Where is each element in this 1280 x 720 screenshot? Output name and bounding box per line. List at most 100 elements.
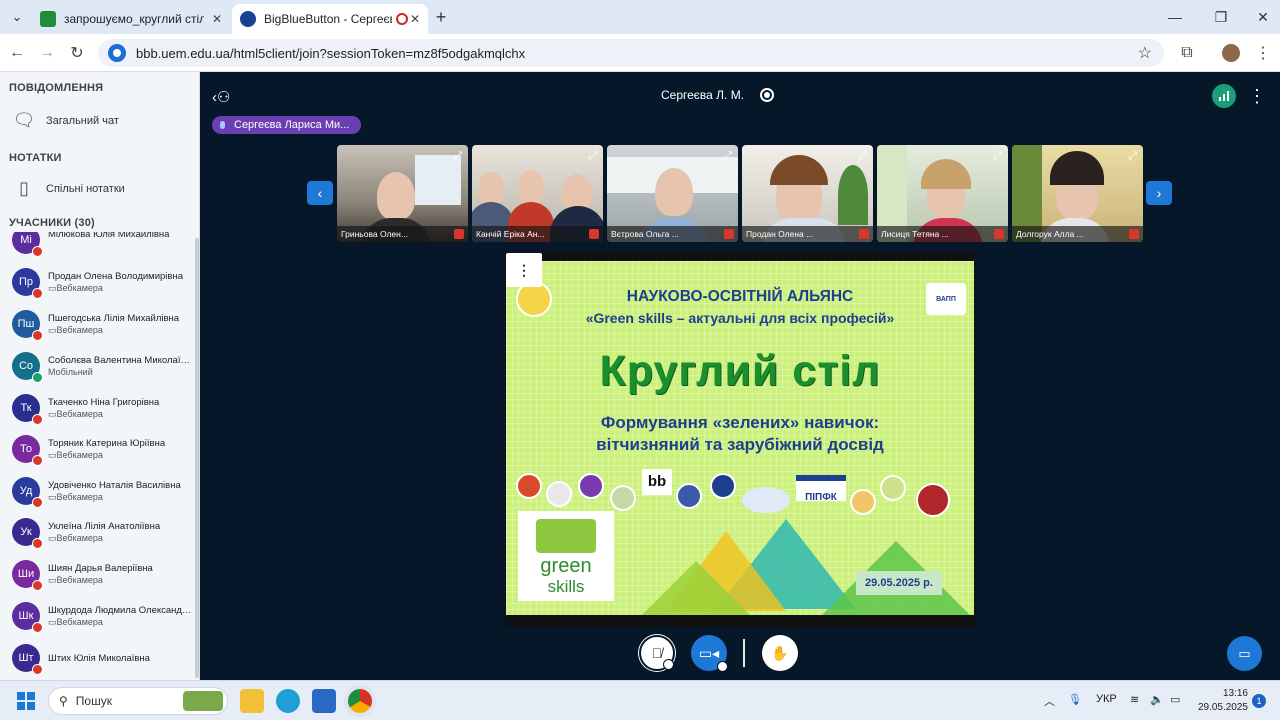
webcam-tile[interactable]: ⤢ Канчій Еріка Ан... <box>472 145 603 242</box>
sidebar: ПОВІДОМЛЕННЯ 🗨 Загальний чат НОТАТКИ ▯ С… <box>0 72 200 680</box>
notification-badge[interactable]: 1 <box>1252 694 1266 708</box>
expand-icon[interactable]: ⤢ <box>858 150 867 163</box>
raise-hand-button[interactable]: ✋ <box>762 635 798 671</box>
chrome-icon[interactable] <box>348 689 372 713</box>
slide-title: Круглий стіл <box>599 347 881 395</box>
windows-start-icon[interactable] <box>14 689 38 713</box>
taskbar-search[interactable]: ⚲ Пошук <box>48 687 228 715</box>
public-chat-link[interactable]: 🗨 Загальний чат <box>12 110 119 131</box>
muted-mic-icon <box>724 229 734 239</box>
participant-row[interactable]: То Торяник Катерина Юріївна ▭Вебкамера <box>0 429 196 471</box>
restore-icon[interactable]: ❐ <box>1206 6 1236 28</box>
participant-row[interactable]: Уд Удовіченко Наталія Василівна ▭Вебкаме… <box>0 471 196 513</box>
expand-icon[interactable]: ⤢ <box>993 150 1002 163</box>
participant-name: Соболєва Валентина Миколаївна <box>48 355 194 366</box>
tab-bigbluebutton[interactable]: BigBlueButton - Сергеєва Л ✕ <box>232 4 428 34</box>
shared-notes-link[interactable]: ▯ Спільні нотатки <box>12 178 125 199</box>
language-indicator[interactable]: УКР <box>1096 693 1117 705</box>
meeting-area: ‹⚇ Сергеєва Л. М. ⋮ Сергеєва Лариса Ми..… <box>200 72 1280 680</box>
green-skills-word-1: green <box>540 555 592 577</box>
slide-options-button[interactable]: ⋮ <box>506 253 542 287</box>
webcam-name: Вєтрова Ольга ... <box>611 229 679 239</box>
options-menu-icon[interactable]: ⋮ <box>1248 86 1266 107</box>
pipfk-logo-text: ПІПФК <box>805 492 837 503</box>
next-videos-button[interactable]: › <box>1146 181 1172 205</box>
decorative-shapes <box>636 511 974 615</box>
file-explorer-icon[interactable] <box>240 689 264 713</box>
bookmark-star-icon[interactable]: ☆ <box>1138 43 1152 63</box>
chat-toggle-button[interactable]: ▭ <box>1227 636 1262 671</box>
mute-mic-button[interactable]: 🎙̸ <box>639 635 675 671</box>
tab-title: BigBlueButton - Сергеєва Л <box>264 12 392 26</box>
browser-menu-icon[interactable]: ⋮ <box>1252 42 1274 64</box>
bbb-favicon-icon <box>240 11 256 27</box>
browser-tab-bar: ⌄ запрошуємо_круглий стіл • all/ ✕ BigBl… <box>0 0 1280 34</box>
slide-line-2: «Green skills – актуальні для всіх профе… <box>585 310 895 326</box>
wifi-icon[interactable]: ≋ <box>1130 693 1139 706</box>
edge-icon[interactable] <box>276 689 300 713</box>
close-window-icon[interactable]: ✕ <box>1248 6 1278 28</box>
participants-list: Мі Мілюкова Юлія Михайлівна Пр Продан Ол… <box>0 232 196 680</box>
search-highlight-icon <box>183 691 223 711</box>
webcam-tile[interactable]: ⤢ Продан Олена ... <box>742 145 873 242</box>
green-skills-word-2: skills <box>547 577 585 596</box>
chat-bubbles-icon: 🗨 <box>12 110 36 130</box>
expand-icon[interactable]: ⤢ <box>723 150 732 163</box>
tray-chevron-icon[interactable]: ︿ <box>1044 693 1055 709</box>
participant-status: ▭Вебкамера <box>48 409 103 419</box>
volume-icon[interactable]: 🔈 <box>1150 693 1164 706</box>
taskbar-clock[interactable]: 13:16 29.05.2025 <box>1196 687 1248 715</box>
forward-icon[interactable]: → <box>36 42 58 64</box>
webcam-button[interactable]: ▭◂ <box>691 635 728 672</box>
reload-icon[interactable]: ↻ <box>66 42 88 64</box>
store-icon[interactable] <box>312 689 336 713</box>
close-tab-icon[interactable]: ✕ <box>212 12 222 26</box>
webcam-tile[interactable]: ⤢ Долгорук Алла ... <box>1012 145 1143 242</box>
webcam-label: Продан Олена ... <box>742 226 873 242</box>
extensions-icon[interactable]: ⧉ <box>1176 42 1198 64</box>
muted-mic-icon <box>1129 229 1139 239</box>
participant-row[interactable]: Шк Шкурдода Людмила Олександрі... ▭Вебка… <box>0 596 196 638</box>
talking-indicator[interactable]: Сергеєва Лариса Ми... <box>212 116 362 134</box>
participant-row[interactable]: Шт Штих Юлія Миколаївна <box>0 638 196 680</box>
muted-mic-icon <box>32 538 43 549</box>
webcam-tile[interactable]: ⤢ Вєтрова Ольга ... <box>607 145 738 242</box>
muted-mic-icon <box>454 229 464 239</box>
recording-indicator-icon[interactable] <box>760 88 774 102</box>
webcam-tile[interactable]: ⤢ Гриньова Олен... <box>337 145 468 242</box>
participants-scrollbar[interactable] <box>195 238 199 678</box>
participant-row[interactable]: Тк Ткаченко Ніна Григорівна ▭Вебкамера <box>0 388 196 430</box>
participant-row[interactable]: Ук Уклеїна Лілія Анатоліївна ▭Вебкамера <box>0 512 196 554</box>
audio-options-icon[interactable] <box>663 659 674 670</box>
battery-icon[interactable]: ▭ <box>1170 693 1180 706</box>
site-info-icon[interactable] <box>108 44 126 62</box>
expand-icon[interactable]: ⤢ <box>588 150 597 163</box>
participant-row[interactable]: Пр Продан Олена Володимирівна ▭Вебкамера <box>0 262 196 304</box>
clock-date: 29.05.2025 <box>1197 702 1248 713</box>
expand-icon[interactable]: ⤢ <box>453 150 462 163</box>
profile-avatar[interactable] <box>1220 42 1242 64</box>
partner-logo-icon <box>578 473 604 499</box>
slide-date: 29.05.2025 р. <box>856 571 942 595</box>
participant-name: Удовіченко Наталія Василівна <box>48 480 181 491</box>
new-tab-button[interactable]: + <box>430 6 452 28</box>
tab-list-button[interactable]: ⌄ <box>6 6 28 28</box>
notes-document-icon: ▯ <box>19 178 29 198</box>
participant-row[interactable]: Пш Пшегодська Лілія Михайлівна ▭Вебкамер… <box>0 304 196 346</box>
close-tab-icon[interactable]: ✕ <box>410 12 420 26</box>
prev-videos-button[interactable]: ‹ <box>307 181 333 205</box>
connection-status-icon[interactable] <box>1212 84 1236 108</box>
url-bar[interactable]: bbb.uem.edu.ua/html5client/join?sessionT… <box>98 39 1164 67</box>
participant-row[interactable]: Со Соболєва Валентина Миколаївна Мобільн… <box>0 346 196 388</box>
camera-options-icon[interactable] <box>717 661 728 672</box>
participant-row[interactable]: Ши Шиян Дарья Валеріївна ▭Вебкамера <box>0 554 196 596</box>
back-icon[interactable]: ← <box>6 42 28 64</box>
minimize-icon[interactable]: — <box>1160 6 1190 28</box>
toggle-user-list-icon[interactable]: ‹⚇ <box>212 88 230 106</box>
tray-mic-icon[interactable]: 🎙 <box>1068 693 1082 706</box>
webcam-tile[interactable]: ⤢ Лисиця Тетяна ... <box>877 145 1008 242</box>
expand-icon[interactable]: ⤢ <box>1128 150 1137 163</box>
tab-invitation[interactable]: запрошуємо_круглий стіл • all/ ✕ <box>32 4 230 34</box>
participant-row[interactable]: Мі Мілюкова Юлія Михайлівна <box>0 232 196 262</box>
muted-mic-icon <box>589 229 599 239</box>
